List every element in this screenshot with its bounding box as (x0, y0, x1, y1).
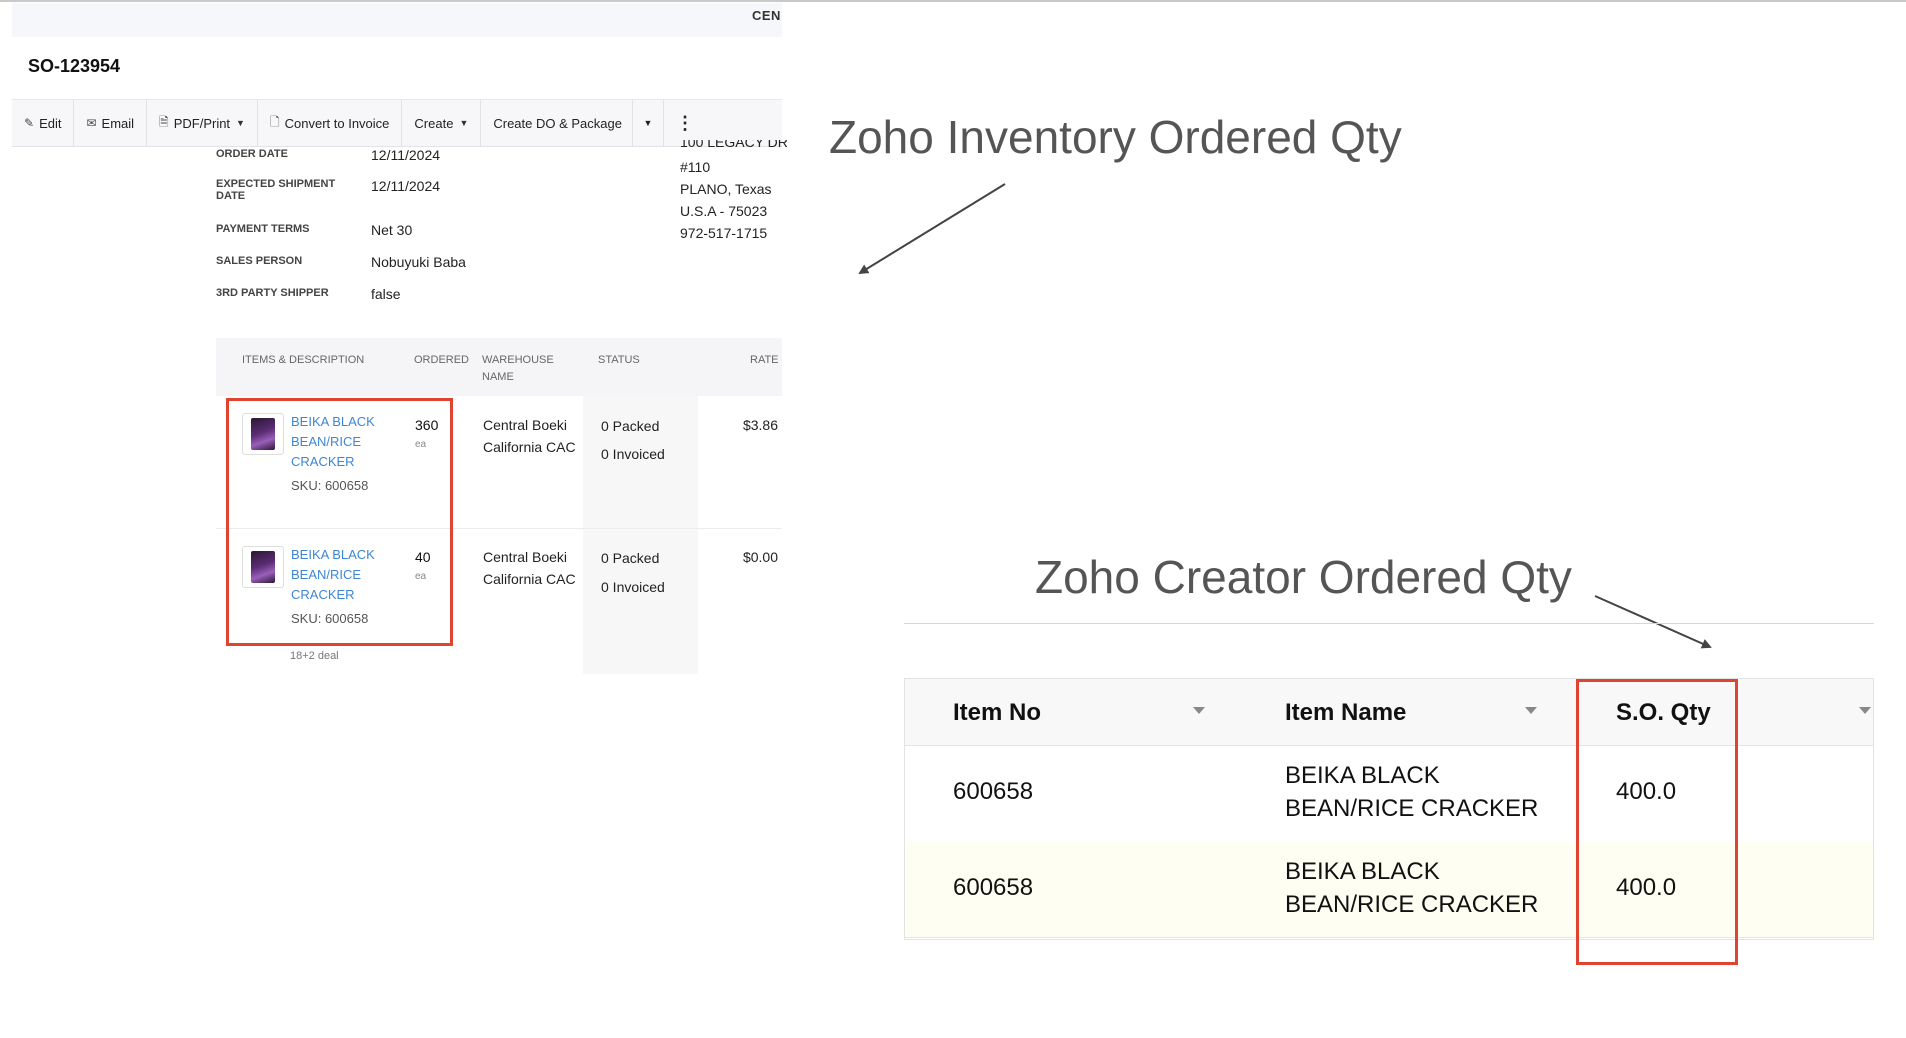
convert-to-invoice-label: Convert to Invoice (284, 115, 390, 131)
cell-item-name: BEIKA BLACK BEAN/RICE CRACKER (1285, 759, 1538, 825)
sort-caret-icon[interactable] (1525, 707, 1537, 714)
col-ordered: ORDERED (414, 354, 470, 366)
col-warehouse-line-2: NAME (482, 371, 514, 383)
sales-order-number: SO-123954 (28, 56, 121, 76)
item-packed-status: 0 Packed (601, 550, 660, 566)
item-invoiced-status: 0 Invoiced (601, 579, 665, 595)
address-line-3: PLANO, Texas (680, 181, 772, 197)
sort-caret-icon[interactable] (1193, 707, 1205, 714)
convert-to-invoice-button[interactable]: 🗋 Convert to Invoice (258, 100, 403, 146)
item-warehouse: Central Boeki California CAC (483, 546, 576, 590)
order-date-value: 12/11/2024 (371, 147, 441, 163)
col-status: STATUS (598, 354, 640, 366)
item-name-line-1: BEIKA BLACK (1285, 762, 1440, 789)
inventory-arrow (858, 183, 1006, 275)
create-do-package-label: Create DO & Package (493, 115, 622, 131)
email-label: Email (101, 115, 135, 131)
document-icon: 🗋 (269, 114, 280, 129)
caret-down-icon: ▼ (236, 118, 245, 128)
cell-item-no: 600658 (953, 778, 1034, 805)
payment-terms-label: PAYMENT TERMS (216, 223, 310, 235)
status-column-bg (583, 396, 698, 674)
pdf-print-button[interactable]: 🗎 PDF/Print ▼ (147, 100, 258, 146)
warehouse-line-1: Central Boeki (483, 549, 568, 565)
payment-terms-value: Net 30 (371, 222, 413, 238)
item-rate: $0.00 (742, 549, 778, 565)
caret-down-icon[interactable]: ▼ (631, 100, 663, 146)
address-line-1: 100 LEGACY DR (680, 140, 788, 150)
col-rate: RATE (750, 354, 779, 366)
edit-label: Edit (39, 115, 62, 131)
creator-annotation-label: Zoho Creator Ordered Qty (1035, 551, 1572, 603)
creator-highlight-box (1576, 679, 1738, 965)
warehouse-line-2: California CAC (483, 571, 576, 587)
cell-item-name: BEIKA BLACK BEAN/RICE CRACKER (1285, 855, 1538, 921)
inventory-annotation-label: Zoho Inventory Ordered Qty (829, 111, 1402, 163)
creator-divider (904, 623, 1874, 624)
kebab-menu-icon: ⋮ (675, 112, 694, 133)
sales-person-value: Nobuyuki Baba (371, 254, 466, 270)
pdf-icon: 🗎 (159, 114, 169, 129)
address-line-4: U.S.A - 75023 (680, 203, 768, 219)
top-border (0, 0, 1906, 2)
sales-person-label: SALES PERSON (216, 255, 303, 267)
warehouse-line-2: California CAC (483, 439, 576, 455)
pencil-icon: ✎ (24, 116, 35, 130)
creator-arrow (1594, 595, 1712, 649)
expected-shipment-label: EXPECTED SHIPMENT DATE (216, 178, 336, 202)
pdf-print-label: PDF/Print (173, 115, 231, 131)
item-invoiced-status: 0 Invoiced (601, 446, 665, 462)
create-label: Create (414, 115, 454, 131)
order-toolbar: ✎ Edit ✉ Email 🗎 PDF/Print ▼ 🗋 Convert t… (12, 99, 782, 147)
order-date-label: ORDER DATE (216, 148, 288, 160)
address-line-2: #110 (680, 159, 711, 175)
col-warehouse-name: WAREHOUSE NAME (482, 352, 554, 386)
col-items-description: ITEMS & DESCRIPTION (242, 354, 365, 366)
col-item-no: Item No (953, 699, 1042, 726)
warehouse-line-1: Central Boeki (483, 417, 568, 433)
envelope-icon: ✉ (86, 116, 97, 130)
create-do-package-button[interactable]: Create DO & Package ▼ (481, 100, 664, 146)
inventory-header-strip (12, 3, 782, 37)
create-button[interactable]: Create ▼ (402, 100, 482, 146)
item-packed-status: 0 Packed (601, 418, 660, 434)
item-name-line-2: BEAN/RICE CRACKER (1285, 891, 1539, 918)
address-line-5: 972-517-1715 (680, 225, 768, 241)
item-rate: $3.86 (742, 417, 778, 433)
third-party-shipper-value: false (371, 286, 401, 302)
col-item-name: Item Name (1285, 699, 1407, 726)
cut-header-text: CEN (752, 8, 781, 23)
col-warehouse-line-1: WAREHOUSE (482, 354, 554, 366)
item-name-line-1: BEIKA BLACK (1285, 858, 1440, 885)
third-party-shipper-label: 3RD PARTY SHIPPER (216, 287, 329, 299)
email-button[interactable]: ✉ Email (74, 100, 148, 146)
cell-item-no: 600658 (953, 874, 1034, 901)
edit-button[interactable]: ✎ Edit (12, 100, 75, 146)
item-name-line-2: BEAN/RICE CRACKER (1285, 795, 1539, 822)
caret-down-icon: ▼ (459, 118, 469, 128)
sort-caret-icon[interactable] (1859, 707, 1871, 714)
item-note: 18+2 deal (290, 650, 339, 662)
inventory-highlight-box (226, 398, 453, 646)
item-warehouse: Central Boeki California CAC (483, 414, 576, 458)
expected-shipment-value: 12/11/2024 (371, 178, 441, 194)
